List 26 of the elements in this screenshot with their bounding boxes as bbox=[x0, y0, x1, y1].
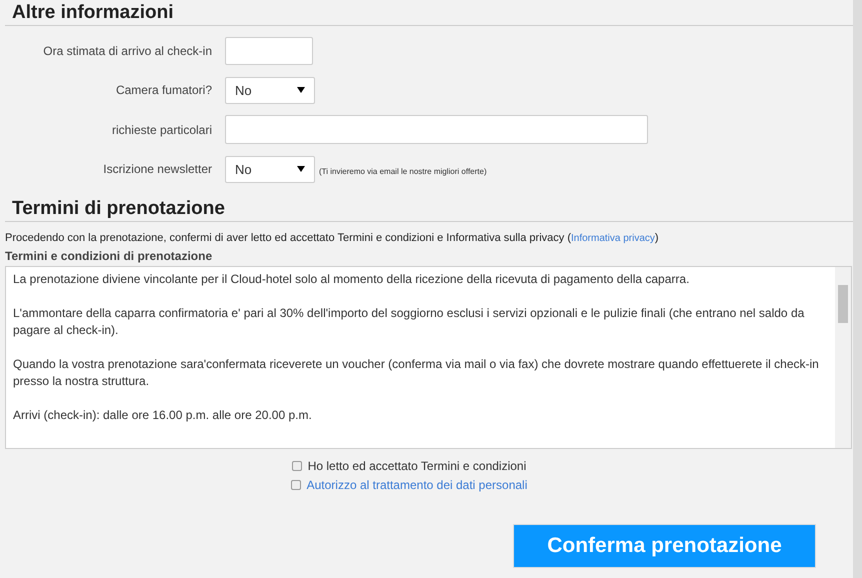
confirm-button[interactable]: Conferma prenotazione bbox=[513, 524, 816, 568]
terms-paragraph: Arrivi (check-in): dalle ore 16.00 p.m. alle ore 20.00 p.m. bbox=[13, 407, 313, 424]
section-heading: Termini di prenotazione bbox=[12, 197, 226, 221]
consent-link[interactable]: Autorizzo al trattamento dei dati personali bbox=[306, 476, 528, 494]
caret-icon bbox=[297, 166, 305, 172]
box-title: Termini e condizioni di prenotazione bbox=[5, 248, 214, 264]
checkbox[interactable] bbox=[290, 480, 301, 490]
terms-paragraph: L'ammontare della caparra confirmatoria e' pari al 30% dell'importo del soggiorno esclusi i servizi opzionali e le pulizie finali (che entrano nel saldo da pagare al check-in). bbox=[13, 305, 806, 339]
checkbox-label: Ho letto ed accettato Termini e condizioni bbox=[308, 458, 526, 475]
caret-icon bbox=[297, 87, 305, 94]
time-field[interactable] bbox=[225, 36, 313, 65]
terms-paragraph: La prenotazione diviene vincolante per il Cloud-hotel solo al momento della ricezione della ricevuta di pagamento della caparra. bbox=[13, 271, 690, 288]
intro-text: Procedendo con la prenotazione, confermi di aver letto ed accettato Termini e condizioni e Informativa sulla privacy (Informativa privacy) bbox=[5, 231, 660, 246]
privacy-link[interactable]: Informativa privacy bbox=[570, 233, 655, 244]
terms-paragraph: Quando la vostra prenotazione sara'confermata riceverete un voucher (conferma via mail o via fax) che dovrete mostrare quando effettuerete il check-in presso la nostra struttura. bbox=[13, 356, 820, 390]
field-label: richieste particolari bbox=[110, 122, 212, 139]
field-label: Ora stimata di arrivo al check-in bbox=[42, 42, 212, 60]
terms-textarea[interactable] bbox=[5, 266, 852, 449]
checkbox[interactable] bbox=[292, 461, 302, 471]
hint-text: (Ti invieremo via email le nostre migliori offerte) bbox=[319, 166, 487, 178]
section-heading: Altre informazioni bbox=[12, 1, 175, 25]
select-dropdown[interactable]: No bbox=[225, 76, 315, 104]
field-label: Iscrizione newsletter bbox=[102, 161, 212, 178]
text-field[interactable] bbox=[225, 115, 648, 144]
field-label: Camera fumatori? bbox=[114, 82, 212, 100]
select-dropdown[interactable]: No bbox=[225, 156, 315, 183]
